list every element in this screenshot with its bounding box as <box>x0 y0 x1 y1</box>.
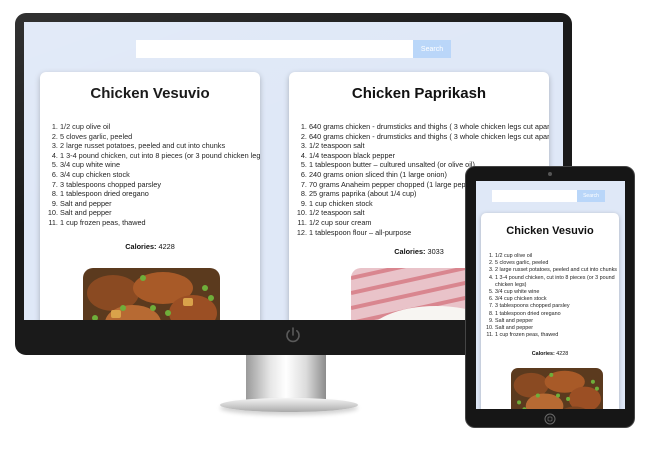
calories-value: 4228 <box>556 351 569 358</box>
recipe-title: Chicken Vesuvio <box>90 85 210 102</box>
calories-label: Calories: <box>394 247 426 257</box>
ingredient-item: 1/4 teaspoon black pepper <box>309 151 549 161</box>
recipe-title: Chicken Paprikash <box>351 85 487 102</box>
ingredient-item: 1/2 cup olive oil <box>60 122 260 132</box>
calories-label: Calories: <box>531 351 555 358</box>
calories-line: Calories: 4228 <box>40 242 260 251</box>
ingredient-item: Salt and pepper <box>60 199 260 209</box>
camera-icon <box>548 172 552 176</box>
ingredient-item: 3/4 cup white wine <box>495 289 617 296</box>
calories-line: Calories: 4228 <box>481 351 619 357</box>
calories-value: 3033 <box>427 247 444 257</box>
calories-value: 4228 <box>158 241 175 251</box>
tablet-search-input[interactable] <box>492 190 577 202</box>
ingredient-item: 1 3-4 pound chicken, cut into 8 pieces (… <box>60 151 260 161</box>
ingredient-item: 1 tablespoon dried oregano <box>495 311 617 318</box>
ingredient-item: 3 tablespoons chopped parsley <box>60 180 260 190</box>
ingredient-item: 640 grams chicken - drumsticks and thigh… <box>309 122 549 132</box>
ingredient-item: 1 cup frozen peas, thawed <box>495 332 617 339</box>
recipe-title: Chicken Vesuvio <box>506 225 594 237</box>
search-bar: Search <box>136 40 451 58</box>
ingredient-item: 1 cup frozen peas, thawed <box>60 218 260 228</box>
ingredient-item: 3/4 cup white wine <box>60 160 260 170</box>
ingredient-item: 3/4 cup chicken stock <box>495 296 617 303</box>
ingredient-item: 3 tablespoons chopped parsley <box>495 303 617 310</box>
dish-image <box>83 268 220 320</box>
tablet-device: Search Chicken Vesuvio 1/2 cup olive oil… <box>465 166 635 428</box>
ingredient-item: 5 cloves garlic, peeled <box>60 132 260 142</box>
ingredient-item: 2 large russet potatoes, peeled and cut … <box>60 141 260 151</box>
ingredient-item: 3/4 cup chicken stock <box>60 170 260 180</box>
tablet-search-button[interactable]: Search <box>577 190 605 202</box>
chicken-vesuvio-photo <box>83 268 220 320</box>
power-icon[interactable] <box>283 325 303 345</box>
ingredient-list: 1/2 cup olive oil 5 cloves garlic, peele… <box>40 122 260 228</box>
ingredient-item: 5 cloves garlic, peeled <box>495 260 617 267</box>
search-input[interactable] <box>136 40 413 58</box>
home-button-icon[interactable] <box>544 412 556 425</box>
ingredient-item: 1 3-4 pound chicken, cut into 8 pieces (… <box>495 275 617 289</box>
ingredient-item: 1 tablespoon dried oregano <box>60 189 260 199</box>
recipe-card-chicken-vesuvio[interactable]: Chicken Vesuvio 1/2 cup olive oil 5 clov… <box>40 72 260 320</box>
ingredient-item: 1/2 cup olive oil <box>495 253 617 260</box>
ingredient-item: Salt and pepper <box>495 325 617 332</box>
ingredient-item: 1/2 teaspoon salt <box>309 141 549 151</box>
ingredient-item: Salt and pepper <box>60 208 260 218</box>
monitor-stand-base <box>220 398 358 412</box>
chicken-vesuvio-photo <box>511 368 603 409</box>
ingredient-item: Salt and pepper <box>495 318 617 325</box>
device-mockup-scene: Search Chicken Vesuvio 1/2 cup olive oil… <box>0 0 652 450</box>
calories-label: Calories: <box>125 241 157 251</box>
search-button[interactable]: Search <box>413 40 451 58</box>
ingredient-list: 1/2 cup olive oil 5 cloves garlic, peele… <box>481 253 619 339</box>
ingredient-item: 2 large russet potatoes, peeled and cut … <box>495 267 617 274</box>
tablet-recipe-card-chicken-vesuvio[interactable]: Chicken Vesuvio 1/2 cup olive oil 5 clov… <box>481 213 619 409</box>
dish-image <box>511 368 603 409</box>
tablet-screen: Search Chicken Vesuvio 1/2 cup olive oil… <box>476 181 625 409</box>
ingredient-item: 640 grams chicken - drumsticks and thigh… <box>309 132 549 142</box>
